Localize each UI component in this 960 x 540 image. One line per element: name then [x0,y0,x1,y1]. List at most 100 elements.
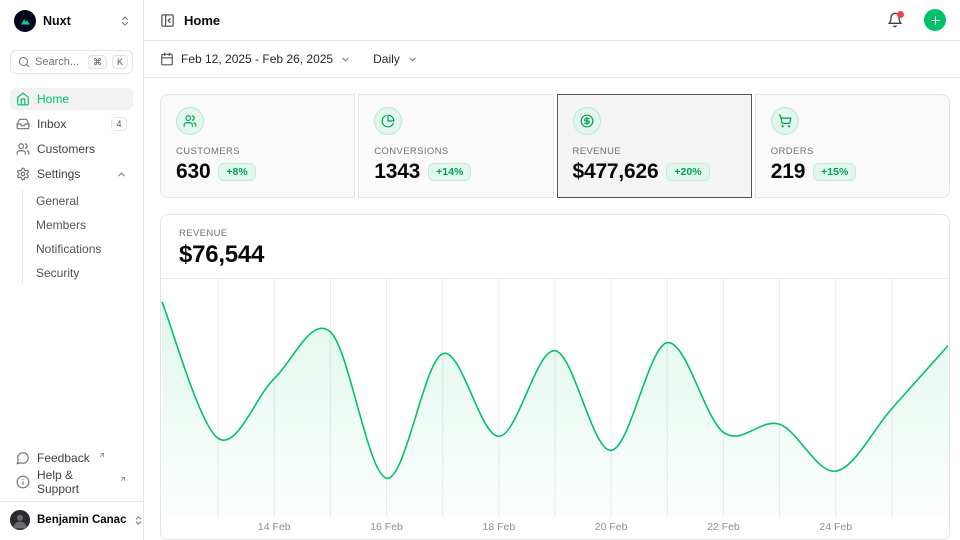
users-icon [176,107,204,135]
chart-plot-area[interactable] [161,279,949,517]
page-header: Home [144,0,960,41]
search-input[interactable] [35,56,83,68]
external-link-icon [119,475,127,483]
chart-x-axis: 14 Feb 16 Feb 18 Feb 20 Feb 22 Feb 24 Feb [161,517,949,539]
avatar [10,510,30,530]
period-label: Daily [373,52,400,66]
sidebar-item-general[interactable]: General [32,190,133,212]
stat-value: 630 [176,160,210,184]
stat-delta-badge: +15% [813,163,856,182]
filter-toolbar: Feb 12, 2025 - Feb 26, 2025 Daily [144,41,960,78]
sidebar-item-customers[interactable]: Customers [10,138,133,160]
nav-label: Help & Support [37,468,111,496]
add-button[interactable] [924,9,946,31]
chevron-down-icon [340,54,351,65]
plus-icon [929,14,942,27]
x-axis-label: 22 Feb [707,521,740,533]
nav-label: Settings [37,167,80,181]
date-range-picker[interactable]: Feb 12, 2025 - Feb 26, 2025 [160,52,351,66]
sidebar-item-security[interactable]: Security [32,262,133,284]
nav-label: Security [36,266,79,280]
sidebar-footer-links: Feedback Help & Support [10,447,133,501]
chevrons-up-down-icon [133,515,144,526]
sidebar-item-inbox[interactable]: Inbox 4 [10,113,133,135]
stat-label: CUSTOMERS [176,146,339,157]
chevron-up-icon [116,169,127,180]
kbd-cmd: ⌘ [88,55,107,69]
sidebar-spacer [10,284,133,447]
x-axis-label: 20 Feb [595,521,628,533]
search-box[interactable]: ⌘ K [10,50,133,74]
stat-delta-badge: +8% [218,163,255,182]
message-circle-icon [16,451,30,465]
calendar-icon [160,52,174,66]
nav-label: Members [36,218,86,232]
nav-label: Feedback [37,451,90,465]
sidebar-item-settings[interactable]: Settings [10,163,133,185]
stat-card-conversions[interactable]: CONVERSIONS 1343 +14% [358,94,553,198]
sidebar-item-notifications[interactable]: Notifications [32,238,133,260]
sidebar-nav: Home Inbox 4 Customers Settings [10,88,133,284]
revenue-area-chart [161,279,949,517]
user-name: Benjamin Canac [37,514,126,526]
revenue-chart-card: REVENUE $76,544 14 Feb 16 Feb 18 Feb 20 Feb… [160,214,950,540]
settings-submenu: General Members Notifications Security [22,190,133,284]
period-select[interactable]: Daily [373,52,418,66]
help-support-link[interactable]: Help & Support [10,471,133,493]
sidebar-item-members[interactable]: Members [32,214,133,236]
chart-metric-label: REVENUE [179,228,931,239]
chevron-down-icon [407,54,418,65]
user-menu[interactable]: Benjamin Canac [0,501,143,534]
inbox-icon [16,117,30,131]
inbox-count-badge: 4 [111,117,127,131]
stats-row: CUSTOMERS 630 +8% CONVERSIONS 1343 +14% [160,94,950,198]
chart-metric-value: $76,544 [179,241,931,269]
content-area: CUSTOMERS 630 +8% CONVERSIONS 1343 +14% [144,78,960,540]
users-icon [16,142,30,156]
info-icon [16,475,30,489]
stat-delta-badge: +20% [666,163,709,182]
x-axis-label: 18 Feb [482,521,515,533]
stat-delta-badge: +14% [428,163,471,182]
nav-label: Customers [37,142,95,156]
external-link-icon [98,451,106,459]
nav-label: Inbox [37,117,66,131]
stat-label: ORDERS [771,146,934,157]
main-panel: Home Feb 12, 2025 - Feb 26, 2025 Daily [144,0,960,540]
pie-chart-icon [374,107,402,135]
x-axis-label: 14 Feb [258,521,291,533]
nav-label: General [36,194,79,208]
workspace-selector[interactable]: Nuxt [10,8,133,34]
cart-icon [771,107,799,135]
chart-header: REVENUE $76,544 [161,215,949,279]
notification-dot [897,11,904,18]
app-window: Nuxt ⌘ K Home Inbox 4 [0,0,960,540]
sidebar: Nuxt ⌘ K Home Inbox 4 [0,0,144,540]
stat-card-orders[interactable]: ORDERS 219 +15% [755,94,950,198]
dollar-circle-icon [573,107,601,135]
collapse-sidebar-icon[interactable] [160,13,175,28]
x-axis-label: 24 Feb [819,521,852,533]
x-axis-label: 16 Feb [370,521,403,533]
stat-value: $477,626 [573,160,659,184]
stat-card-customers[interactable]: CUSTOMERS 630 +8% [160,94,355,198]
page-title: Home [184,13,878,28]
notifications-button[interactable] [887,12,903,28]
stat-card-revenue[interactable]: REVENUE $477,626 +20% [557,94,752,198]
gear-icon [16,167,30,181]
chevrons-up-down-icon [119,15,131,27]
nav-label: Notifications [36,242,101,256]
stat-value: 219 [771,160,805,184]
date-range-label: Feb 12, 2025 - Feb 26, 2025 [181,52,333,66]
sidebar-item-home[interactable]: Home [10,88,133,110]
home-icon [16,92,30,106]
workspace-name: Nuxt [43,14,112,28]
stat-value: 1343 [374,160,420,184]
search-icon [18,56,30,68]
stat-label: CONVERSIONS [374,146,537,157]
kbd-k: K [112,55,128,69]
nav-label: Home [37,92,69,106]
nuxt-logo-icon [14,10,36,32]
feedback-link[interactable]: Feedback [10,447,133,469]
stat-label: REVENUE [573,146,736,157]
